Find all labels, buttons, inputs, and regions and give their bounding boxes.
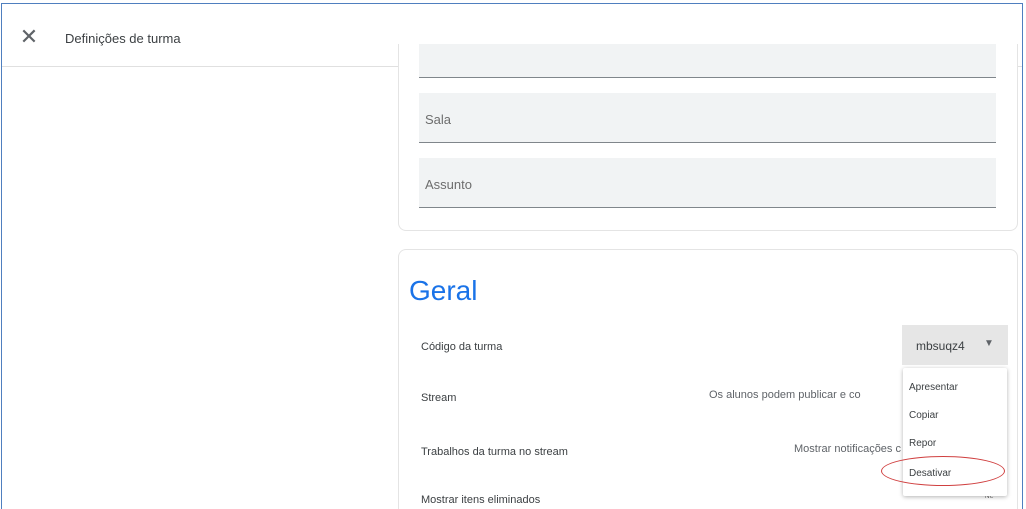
menu-item-copy[interactable]: Copiar — [909, 410, 938, 421]
class-code-dropdown[interactable]: mbsuqz4 ▼ — [902, 325, 1008, 365]
stream-setting-value[interactable]: Os alunos podem publicar e co — [709, 389, 861, 401]
class-code-menu: Apresentar Copiar Repor Desativar — [903, 368, 1007, 496]
room-field-label: Sala — [425, 112, 452, 127]
menu-item-present[interactable]: Apresentar — [909, 382, 958, 393]
classwork-stream-value[interactable]: Mostrar notificações c — [794, 443, 901, 455]
menu-item-reset[interactable]: Repor — [909, 438, 936, 449]
classwork-stream-label: Trabalhos da turma no stream — [421, 446, 568, 458]
general-settings-card: Geral Código da turma mbsuqz4 ▼ Stream O… — [398, 249, 1018, 509]
show-deleted-items-label: Mostrar itens eliminados — [421, 494, 541, 506]
room-field[interactable]: Sala — [419, 93, 996, 143]
page-title: Definições de turma — [65, 31, 181, 46]
section-title-general: Geral — [409, 275, 478, 306]
class-details-card: Sala Assunto — [398, 44, 1018, 231]
app-window: ✕ Definições de turma Sala Assunto Geral… — [1, 3, 1023, 509]
menu-item-disable[interactable]: Desativar — [909, 468, 951, 479]
class-code-label: Código da turma — [421, 341, 503, 353]
section-field[interactable] — [419, 44, 996, 78]
chevron-down-icon: ▼ — [984, 338, 994, 349]
close-icon[interactable]: ✕ — [18, 26, 40, 48]
class-code-value: mbsuqz4 — [916, 339, 965, 353]
stream-label: Stream — [421, 392, 457, 404]
subject-field[interactable]: Assunto — [419, 158, 996, 208]
subject-field-label: Assunto — [425, 177, 472, 192]
